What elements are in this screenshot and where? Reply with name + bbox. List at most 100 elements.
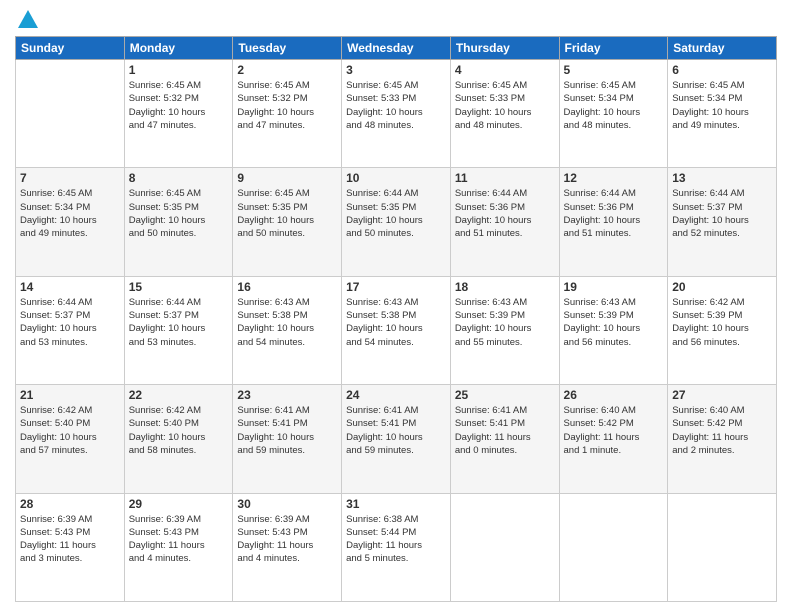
day-info: Sunrise: 6:44 AM Sunset: 5:37 PM Dayligh… xyxy=(672,187,772,240)
day-info: Sunrise: 6:43 AM Sunset: 5:39 PM Dayligh… xyxy=(564,296,664,349)
day-header-thursday: Thursday xyxy=(450,37,559,60)
day-info: Sunrise: 6:45 AM Sunset: 5:32 PM Dayligh… xyxy=(129,79,229,132)
day-info: Sunrise: 6:42 AM Sunset: 5:40 PM Dayligh… xyxy=(129,404,229,457)
day-number: 4 xyxy=(455,63,555,77)
day-header-sunday: Sunday xyxy=(16,37,125,60)
day-info: Sunrise: 6:41 AM Sunset: 5:41 PM Dayligh… xyxy=(237,404,337,457)
calendar-cell: 15 Sunrise: 6:44 AM Sunset: 5:37 PM Dayli… xyxy=(124,276,233,384)
day-info: Sunrise: 6:43 AM Sunset: 5:39 PM Dayligh… xyxy=(455,296,555,349)
calendar-cell: 25 Sunrise: 6:41 AM Sunset: 5:41 PM Dayli… xyxy=(450,385,559,493)
calendar-cell: 17 Sunrise: 6:43 AM Sunset: 5:38 PM Dayli… xyxy=(342,276,451,384)
day-number: 27 xyxy=(672,388,772,402)
day-info: Sunrise: 6:44 AM Sunset: 5:37 PM Dayligh… xyxy=(129,296,229,349)
calendar-week-row: 21Sunrise: 6:42 AM Sunset: 5:40 PM Dayli… xyxy=(16,385,777,493)
day-info: Sunrise: 6:42 AM Sunset: 5:39 PM Dayligh… xyxy=(672,296,772,349)
calendar-cell: 4 Sunrise: 6:45 AM Sunset: 5:33 PM Daylig… xyxy=(450,60,559,168)
day-info: Sunrise: 6:40 AM Sunset: 5:42 PM Dayligh… xyxy=(564,404,664,457)
day-number: 15 xyxy=(129,280,229,294)
day-number: 6 xyxy=(672,63,772,77)
day-header-monday: Monday xyxy=(124,37,233,60)
day-number: 10 xyxy=(346,171,446,185)
day-info: Sunrise: 6:44 AM Sunset: 5:37 PM Dayligh… xyxy=(20,296,120,349)
day-info: Sunrise: 6:42 AM Sunset: 5:40 PM Dayligh… xyxy=(20,404,120,457)
calendar-cell: 11 Sunrise: 6:44 AM Sunset: 5:36 PM Dayli… xyxy=(450,168,559,276)
calendar-cell: 7 Sunrise: 6:45 AM Sunset: 5:34 PM Daylig… xyxy=(16,168,125,276)
calendar-cell xyxy=(668,493,777,601)
day-info: Sunrise: 6:45 AM Sunset: 5:35 PM Dayligh… xyxy=(237,187,337,240)
day-info: Sunrise: 6:39 AM Sunset: 5:43 PM Dayligh… xyxy=(20,513,120,566)
day-info: Sunrise: 6:43 AM Sunset: 5:38 PM Dayligh… xyxy=(237,296,337,349)
calendar-cell: 5 Sunrise: 6:45 AM Sunset: 5:34 PM Daylig… xyxy=(559,60,668,168)
day-number: 19 xyxy=(564,280,664,294)
page: SundayMondayTuesdayWednesdayThursdayFrid… xyxy=(0,0,792,612)
calendar-week-row: 1 Sunrise: 6:45 AM Sunset: 5:32 PM Daylig… xyxy=(16,60,777,168)
calendar-cell: 12Sunrise: 6:44 AM Sunset: 5:36 PM Dayli… xyxy=(559,168,668,276)
calendar-cell: 10Sunrise: 6:44 AM Sunset: 5:35 PM Dayli… xyxy=(342,168,451,276)
day-number: 22 xyxy=(129,388,229,402)
day-number: 25 xyxy=(455,388,555,402)
day-number: 3 xyxy=(346,63,446,77)
calendar-cell: 19 Sunrise: 6:43 AM Sunset: 5:39 PM Dayli… xyxy=(559,276,668,384)
calendar-cell: 20 Sunrise: 6:42 AM Sunset: 5:39 PM Dayli… xyxy=(668,276,777,384)
calendar-cell: 29 Sunrise: 6:39 AM Sunset: 5:43 PM Dayli… xyxy=(124,493,233,601)
day-number: 2 xyxy=(237,63,337,77)
day-info: Sunrise: 6:45 AM Sunset: 5:34 PM Dayligh… xyxy=(564,79,664,132)
day-info: Sunrise: 6:45 AM Sunset: 5:34 PM Dayligh… xyxy=(672,79,772,132)
calendar-week-row: 7 Sunrise: 6:45 AM Sunset: 5:34 PM Daylig… xyxy=(16,168,777,276)
calendar-cell: 14Sunrise: 6:44 AM Sunset: 5:37 PM Dayli… xyxy=(16,276,125,384)
calendar-cell: 18 Sunrise: 6:43 AM Sunset: 5:39 PM Dayli… xyxy=(450,276,559,384)
day-number: 5 xyxy=(564,63,664,77)
calendar-cell: 8Sunrise: 6:45 AM Sunset: 5:35 PM Daylig… xyxy=(124,168,233,276)
day-info: Sunrise: 6:45 AM Sunset: 5:33 PM Dayligh… xyxy=(346,79,446,132)
calendar-cell: 27Sunrise: 6:40 AM Sunset: 5:42 PM Dayli… xyxy=(668,385,777,493)
day-info: Sunrise: 6:38 AM Sunset: 5:44 PM Dayligh… xyxy=(346,513,446,566)
calendar-cell: 1 Sunrise: 6:45 AM Sunset: 5:32 PM Daylig… xyxy=(124,60,233,168)
calendar-cell: 30Sunrise: 6:39 AM Sunset: 5:43 PM Dayli… xyxy=(233,493,342,601)
calendar-header-row: SundayMondayTuesdayWednesdayThursdayFrid… xyxy=(16,37,777,60)
day-header-tuesday: Tuesday xyxy=(233,37,342,60)
day-number: 28 xyxy=(20,497,120,511)
day-info: Sunrise: 6:45 AM Sunset: 5:34 PM Dayligh… xyxy=(20,187,120,240)
logo xyxy=(15,10,38,30)
day-header-friday: Friday xyxy=(559,37,668,60)
day-number: 7 xyxy=(20,171,120,185)
day-number: 18 xyxy=(455,280,555,294)
day-number: 29 xyxy=(129,497,229,511)
calendar-cell: 6 Sunrise: 6:45 AM Sunset: 5:34 PM Daylig… xyxy=(668,60,777,168)
calendar-cell: 22 Sunrise: 6:42 AM Sunset: 5:40 PM Dayli… xyxy=(124,385,233,493)
calendar-cell: 24Sunrise: 6:41 AM Sunset: 5:41 PM Dayli… xyxy=(342,385,451,493)
day-header-wednesday: Wednesday xyxy=(342,37,451,60)
calendar-cell xyxy=(450,493,559,601)
calendar-cell: 21Sunrise: 6:42 AM Sunset: 5:40 PM Dayli… xyxy=(16,385,125,493)
calendar-cell: 16 Sunrise: 6:43 AM Sunset: 5:38 PM Dayli… xyxy=(233,276,342,384)
day-info: Sunrise: 6:41 AM Sunset: 5:41 PM Dayligh… xyxy=(455,404,555,457)
day-number: 1 xyxy=(129,63,229,77)
calendar-cell: 9Sunrise: 6:45 AM Sunset: 5:35 PM Daylig… xyxy=(233,168,342,276)
calendar-cell: 2 Sunrise: 6:45 AM Sunset: 5:32 PM Daylig… xyxy=(233,60,342,168)
day-number: 16 xyxy=(237,280,337,294)
calendar-cell: 28 Sunrise: 6:39 AM Sunset: 5:43 PM Dayli… xyxy=(16,493,125,601)
day-info: Sunrise: 6:43 AM Sunset: 5:38 PM Dayligh… xyxy=(346,296,446,349)
day-number: 30 xyxy=(237,497,337,511)
day-number: 8 xyxy=(129,171,229,185)
day-number: 17 xyxy=(346,280,446,294)
calendar-cell xyxy=(16,60,125,168)
day-number: 12 xyxy=(564,171,664,185)
calendar-cell: 3 Sunrise: 6:45 AM Sunset: 5:33 PM Daylig… xyxy=(342,60,451,168)
calendar-cell: 26 Sunrise: 6:40 AM Sunset: 5:42 PM Dayli… xyxy=(559,385,668,493)
day-info: Sunrise: 6:39 AM Sunset: 5:43 PM Dayligh… xyxy=(129,513,229,566)
day-number: 26 xyxy=(564,388,664,402)
day-info: Sunrise: 6:44 AM Sunset: 5:36 PM Dayligh… xyxy=(455,187,555,240)
day-info: Sunrise: 6:45 AM Sunset: 5:32 PM Dayligh… xyxy=(237,79,337,132)
header xyxy=(15,10,777,30)
day-number: 20 xyxy=(672,280,772,294)
logo-triangle-icon xyxy=(18,10,38,28)
day-number: 24 xyxy=(346,388,446,402)
calendar-week-row: 28 Sunrise: 6:39 AM Sunset: 5:43 PM Dayli… xyxy=(16,493,777,601)
day-info: Sunrise: 6:45 AM Sunset: 5:33 PM Dayligh… xyxy=(455,79,555,132)
day-number: 11 xyxy=(455,171,555,185)
calendar-week-row: 14Sunrise: 6:44 AM Sunset: 5:37 PM Dayli… xyxy=(16,276,777,384)
day-header-saturday: Saturday xyxy=(668,37,777,60)
day-number: 23 xyxy=(237,388,337,402)
day-number: 31 xyxy=(346,497,446,511)
